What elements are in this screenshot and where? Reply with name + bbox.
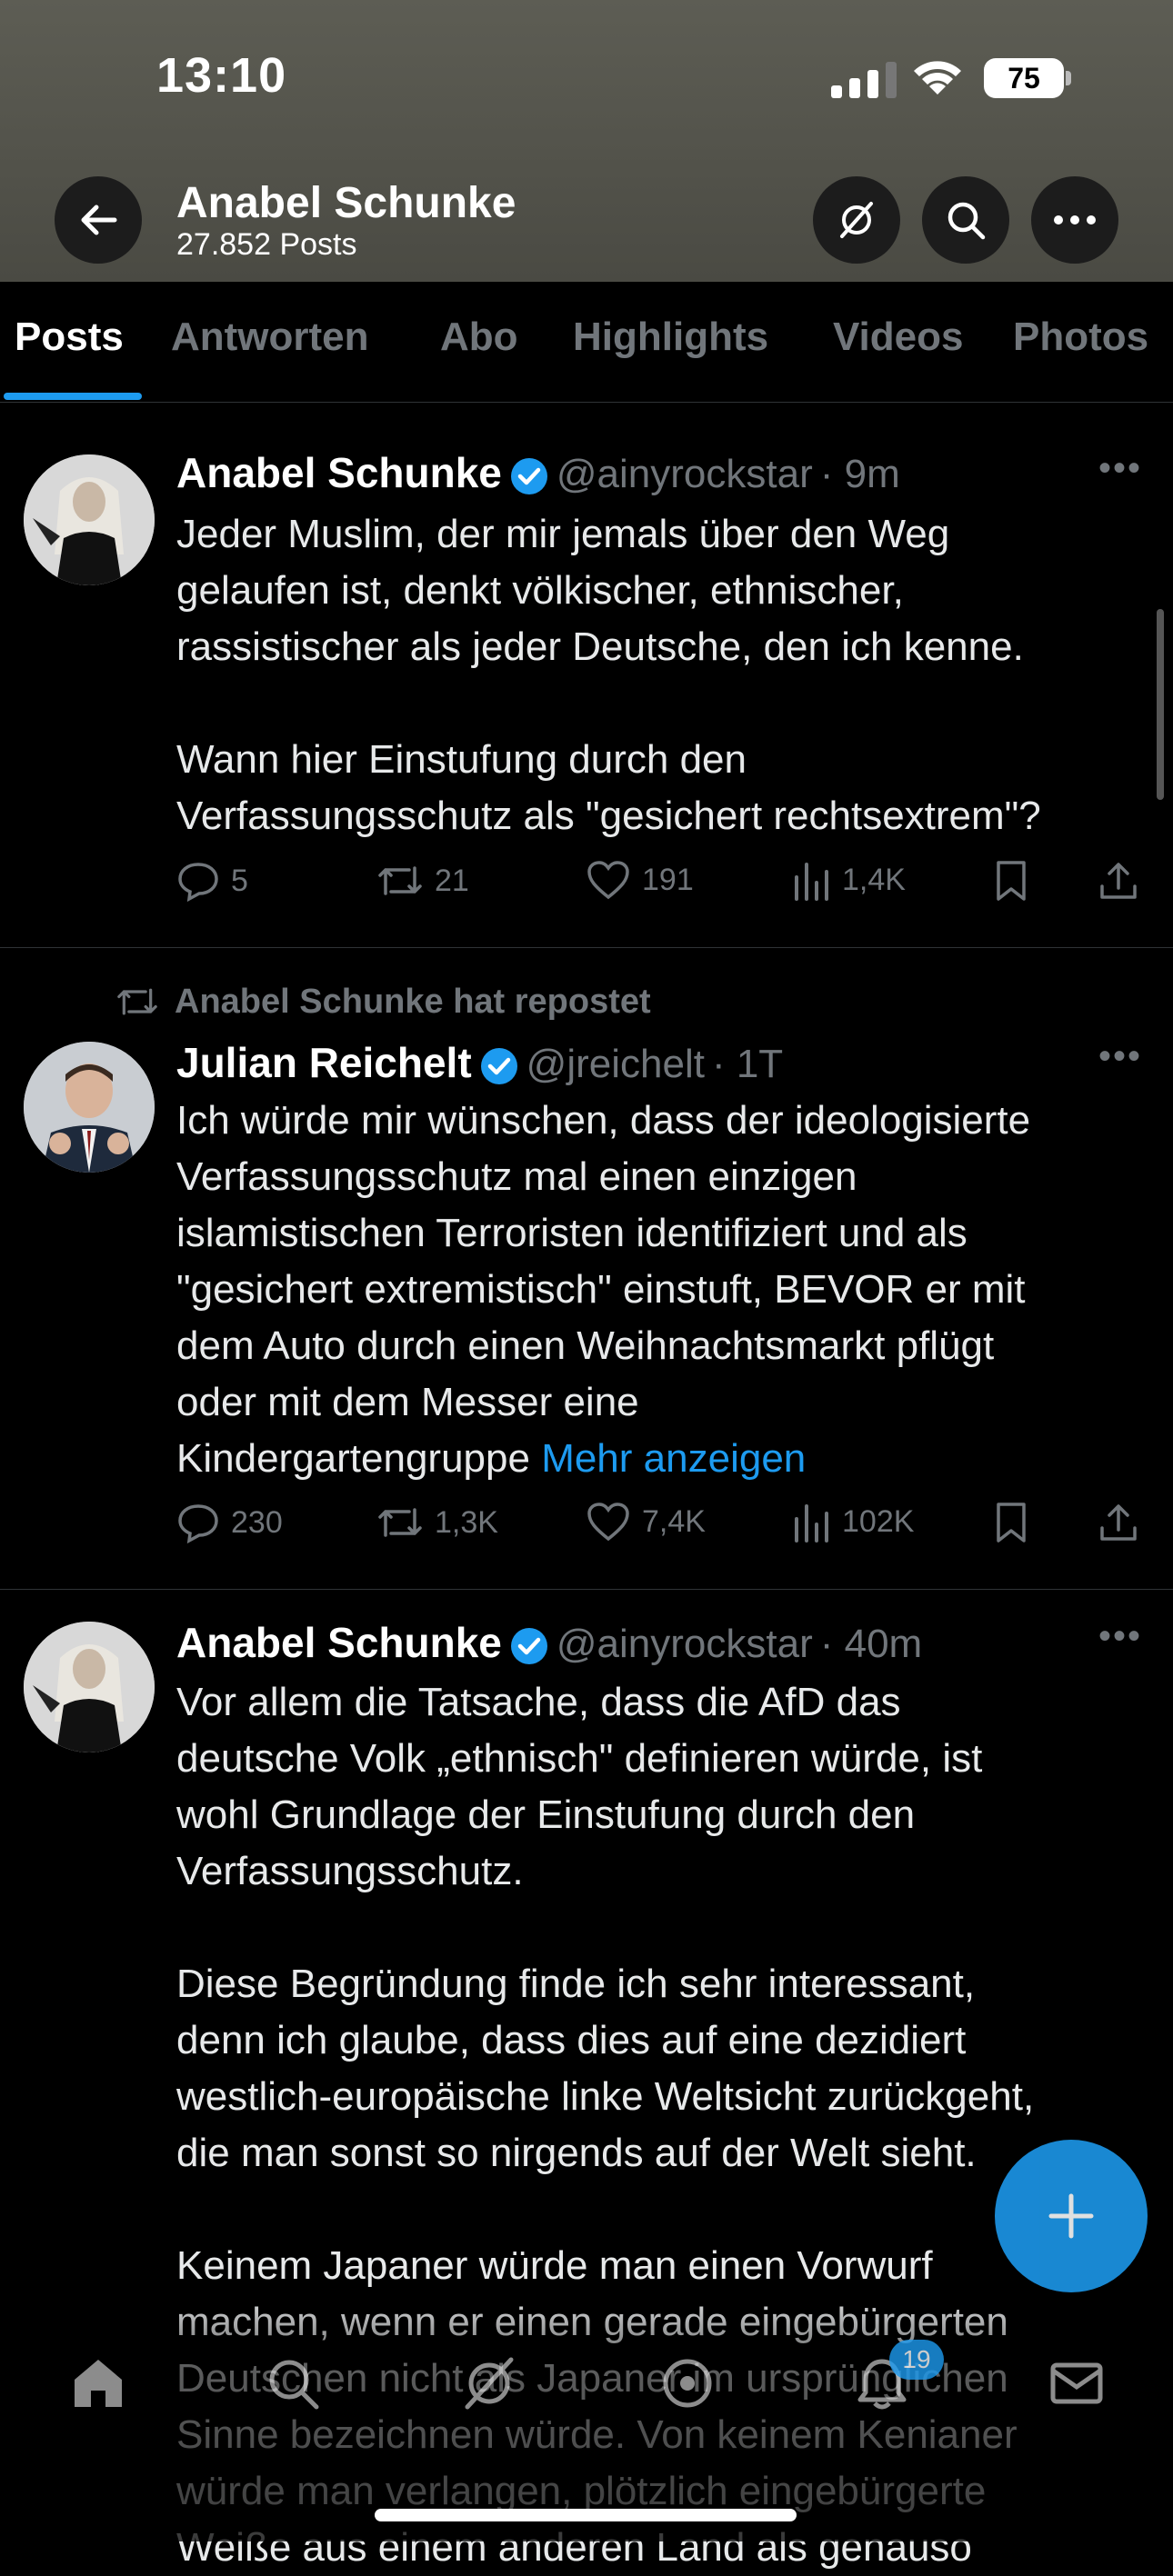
- repost-icon: [117, 988, 157, 1015]
- communities-icon[interactable]: [658, 2354, 717, 2412]
- tab-photos[interactable]: Photos: [1013, 315, 1148, 360]
- tab-antworten[interactable]: Antworten: [171, 315, 369, 360]
- tab-abo[interactable]: Abo: [440, 315, 518, 360]
- back-arrow-icon: [81, 205, 117, 235]
- bookmark-icon: [997, 1503, 1026, 1543]
- reply-button[interactable]: 230: [176, 1501, 283, 1544]
- heart-icon: [587, 1503, 629, 1542]
- status-time: 13:10: [156, 48, 287, 103]
- repost-button[interactable]: 21: [376, 859, 469, 903]
- post-count: 27.852 Posts: [176, 227, 357, 262]
- view-count: 1,4K: [842, 862, 906, 897]
- reply-icon: [178, 863, 218, 903]
- more-dots-icon: [1054, 215, 1096, 225]
- back-button[interactable]: [55, 176, 142, 264]
- tab-highlights[interactable]: Highlights: [573, 315, 768, 360]
- repost-label[interactable]: Anabel Schunke hat repostet: [175, 983, 651, 1022]
- active-tab-indicator: [4, 393, 142, 400]
- post-author: Anabel Schunke @ainyrockstar · 40m: [176, 1618, 922, 1667]
- avatar[interactable]: [24, 454, 155, 585]
- cellular-signal-icon: [831, 60, 897, 98]
- view-count: 102K: [842, 1503, 915, 1539]
- views-icon: [795, 1504, 828, 1543]
- repost-icon: [378, 866, 422, 895]
- heart-icon: [587, 861, 629, 900]
- reply-button[interactable]: 5: [176, 859, 248, 903]
- post-author: Julian Reichelt @jreichelt · 1T: [176, 1038, 783, 1087]
- repost-count: 1,3K: [435, 1504, 498, 1540]
- like-count: 191: [642, 862, 694, 897]
- repost-icon: [378, 1508, 422, 1537]
- avatar-image: [24, 1042, 155, 1173]
- like-button[interactable]: 7,4K: [586, 1501, 706, 1543]
- author-name[interactable]: Anabel Schunke: [176, 1619, 502, 1666]
- post-actions: 5 21 191 1,4K: [176, 859, 1140, 914]
- tab-posts[interactable]: Posts: [15, 315, 124, 360]
- grok-button[interactable]: [813, 176, 900, 264]
- show-more-link[interactable]: Mehr anzeigen: [541, 1436, 806, 1481]
- bottom-navigation: [0, 2291, 1173, 2541]
- bookmark-button[interactable]: [993, 859, 1040, 903]
- reply-icon: [178, 1504, 218, 1544]
- share-icon: [1100, 863, 1137, 899]
- plus-icon: [1048, 2193, 1094, 2239]
- search-button[interactable]: [922, 176, 1009, 264]
- author-handle[interactable]: @ainyrockstar: [556, 452, 813, 496]
- post-more-icon[interactable]: •••: [1098, 1036, 1142, 1077]
- share-icon: [1100, 1504, 1137, 1541]
- avatar[interactable]: [24, 1622, 155, 1752]
- post-time: · 1T: [711, 1042, 784, 1086]
- post-time: · 40m: [819, 1622, 923, 1666]
- views-button[interactable]: 1,4K: [791, 859, 906, 901]
- post-actions: 230 1,3K 7,4K 102K: [176, 1501, 1140, 1555]
- battery-indicator: 75: [984, 58, 1064, 98]
- avatar-image: [24, 1622, 155, 1752]
- messages-icon[interactable]: [1048, 2354, 1106, 2412]
- bookmark-button[interactable]: [993, 1501, 1040, 1544]
- post-text: Jeder Muslim, der mir jemals über den We…: [176, 512, 1041, 838]
- verified-badge-icon: [480, 1047, 517, 1084]
- author-name[interactable]: Anabel Schunke: [176, 449, 502, 496]
- verified-badge-icon: [510, 1627, 547, 1664]
- notifications-badge: 19: [889, 2340, 944, 2380]
- like-button[interactable]: 191: [586, 859, 694, 901]
- grok-icon: [840, 202, 873, 238]
- reply-count: 5: [231, 863, 248, 898]
- home-indicator[interactable]: [375, 2509, 797, 2521]
- views-icon: [795, 863, 828, 901]
- compose-post-button[interactable]: [995, 2140, 1148, 2292]
- battery-tip: [1066, 71, 1071, 85]
- tab-videos[interactable]: Videos: [833, 315, 963, 360]
- post-more-icon[interactable]: •••: [1098, 1616, 1142, 1657]
- like-count: 7,4K: [642, 1503, 706, 1539]
- share-button[interactable]: [1098, 859, 1149, 903]
- share-button[interactable]: [1098, 1501, 1149, 1544]
- repost-count: 21: [435, 863, 469, 898]
- post[interactable]: Anabel Schunke @ainyrockstar · 9m ••• Jede…: [0, 403, 1173, 948]
- wifi-icon: [914, 61, 961, 95]
- author-handle[interactable]: @jreichelt: [526, 1042, 705, 1086]
- grok-nav-icon[interactable]: [460, 2354, 518, 2412]
- profile-name: Anabel Schunke: [176, 179, 516, 227]
- more-options-button[interactable]: [1031, 176, 1118, 264]
- post-text-body: Ich würde mir wünschen, dass der ideolog…: [176, 1098, 1031, 1481]
- bookmark-icon: [997, 861, 1026, 901]
- repost-indicator: Anabel Schunke hat repostet: [115, 982, 651, 1022]
- avatar-image: [24, 454, 155, 585]
- reply-count: 230: [231, 1504, 283, 1540]
- post-text: Ich würde mir wünschen, dass der ideolog…: [176, 1093, 1149, 1487]
- verified-badge-icon: [510, 457, 547, 494]
- search-nav-icon[interactable]: [264, 2354, 322, 2412]
- views-button[interactable]: 102K: [791, 1501, 914, 1543]
- avatar[interactable]: [24, 1042, 155, 1173]
- search-icon: [947, 202, 986, 240]
- repost-button[interactable]: 1,3K: [376, 1501, 498, 1544]
- post-time: · 9m: [819, 452, 900, 496]
- post-author: Anabel Schunke @ainyrockstar · 9m: [176, 448, 900, 497]
- author-handle[interactable]: @ainyrockstar: [556, 1622, 813, 1666]
- post-more-icon[interactable]: •••: [1098, 448, 1142, 489]
- profile-tabs: Posts Antworten Abo Highlights Videos Ph…: [0, 282, 1173, 403]
- author-name[interactable]: Julian Reichelt: [176, 1039, 472, 1086]
- home-icon[interactable]: [69, 2354, 127, 2412]
